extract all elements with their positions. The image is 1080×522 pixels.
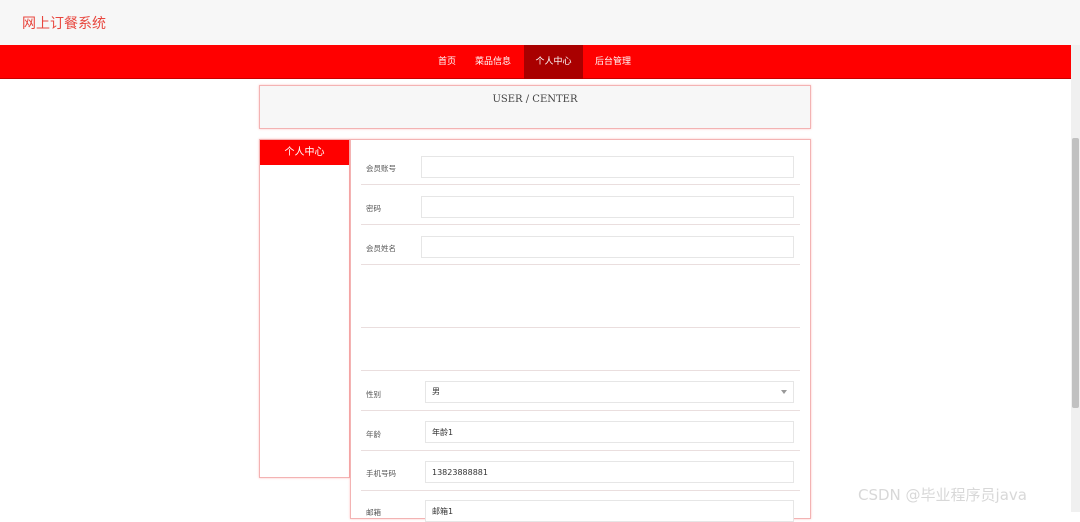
row-divider xyxy=(361,224,800,225)
banner-title: USER / CENTER xyxy=(492,94,578,105)
watermark: CSDN @毕业程序员java xyxy=(858,486,1027,504)
email-input[interactable] xyxy=(425,500,794,522)
site-title[interactable]: 网上订餐系统 xyxy=(22,13,106,33)
email-label: 邮箱 xyxy=(366,508,381,517)
sidebar: 个人中心 xyxy=(259,139,350,478)
nav-item-dishes[interactable]: 菜品信息 xyxy=(468,45,518,79)
phone-label: 手机号码 xyxy=(366,469,396,478)
account-label: 会员账号 xyxy=(366,164,396,173)
sidebar-item-user-center[interactable]: 个人中心 xyxy=(260,140,349,165)
row-divider xyxy=(361,184,800,185)
name-label: 会员姓名 xyxy=(366,244,396,253)
row-divider xyxy=(361,490,800,491)
password-input[interactable] xyxy=(421,196,794,218)
age-input[interactable] xyxy=(425,421,794,443)
nav-item-user-center[interactable]: 个人中心 xyxy=(524,45,583,79)
gender-label: 性别 xyxy=(366,390,381,399)
name-input[interactable] xyxy=(421,236,794,258)
chevron-down-icon[interactable] xyxy=(781,390,787,394)
row-divider xyxy=(361,450,800,451)
row-divider xyxy=(361,327,800,328)
scrollbar-thumb[interactable] xyxy=(1072,138,1079,408)
nav-item-admin[interactable]: 后台管理 xyxy=(588,45,638,79)
account-input[interactable] xyxy=(421,156,794,178)
row-divider xyxy=(361,370,800,371)
gender-select[interactable]: 男 xyxy=(425,381,794,403)
page-banner: USER / CENTER xyxy=(259,85,811,129)
password-label: 密码 xyxy=(366,204,381,213)
age-label: 年龄 xyxy=(366,430,381,439)
row-divider xyxy=(361,410,800,411)
main-nav: 首页 菜品信息 个人中心 后台管理 xyxy=(0,45,1071,79)
nav-item-home[interactable]: 首页 xyxy=(430,45,464,79)
top-header: 网上订餐系统 xyxy=(0,0,1080,45)
row-divider xyxy=(361,264,800,265)
phone-input[interactable] xyxy=(425,461,794,483)
